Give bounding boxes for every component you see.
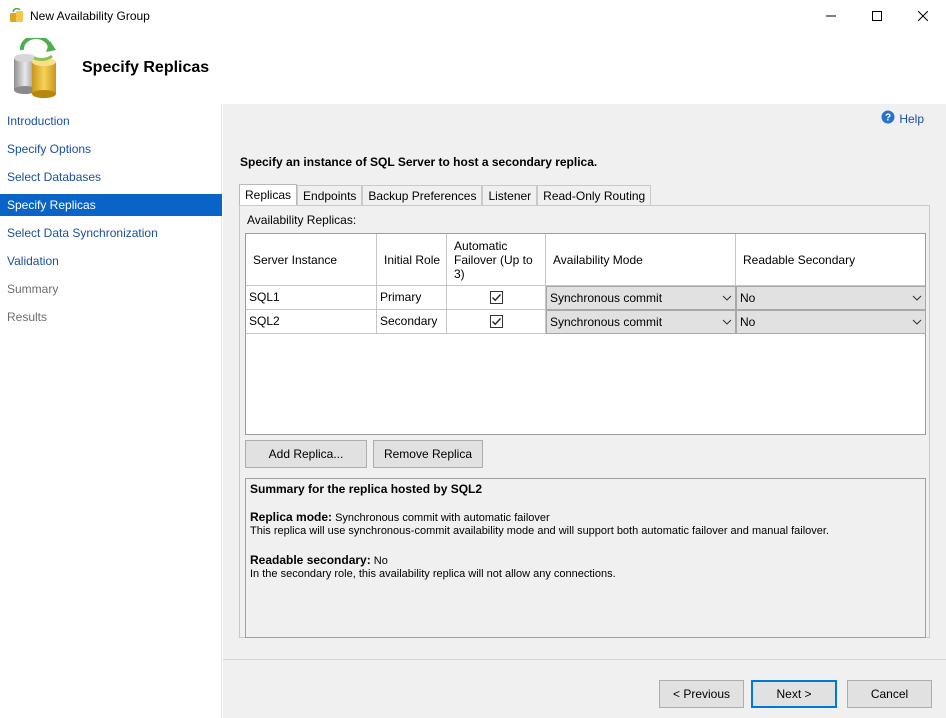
checkbox-checked-icon xyxy=(489,315,503,328)
readable-secondary-select[interactable]: No xyxy=(736,286,926,310)
chevron-down-icon xyxy=(908,287,925,309)
wizard-nav: Introduction Specify Options Select Data… xyxy=(0,104,222,718)
col-header-server-instance: Server Instance xyxy=(246,234,377,286)
replica-mode-label: Replica mode: xyxy=(250,510,333,524)
readable-secondary-summary-value: No xyxy=(373,555,388,567)
tab-listener[interactable]: Listener xyxy=(482,185,538,206)
availability-mode-select[interactable]: Synchronous commit xyxy=(546,286,736,310)
cancel-button[interactable]: Cancel xyxy=(847,680,932,708)
svg-text:?: ? xyxy=(885,113,891,124)
table-cell-role: Primary xyxy=(377,286,447,310)
tab-read-only-routing[interactable]: Read-Only Routing xyxy=(537,185,652,206)
summary-title: Summary for the replica hosted by SQL2 xyxy=(250,482,483,496)
availability-mode-select[interactable]: Synchronous commit xyxy=(546,310,736,334)
maximize-button[interactable] xyxy=(854,0,900,31)
col-header-automatic-failover: Automatic Failover (Up to 3) xyxy=(447,234,546,286)
help-icon: ? xyxy=(881,110,895,127)
replica-mode-description: This replica will use synchronous-commit… xyxy=(250,525,829,537)
table-cell-role: Secondary xyxy=(377,310,447,334)
chevron-down-icon xyxy=(718,287,735,309)
nav-item-select-databases[interactable]: Select Databases xyxy=(0,166,222,188)
checkbox-checked-icon xyxy=(489,291,503,304)
table-cell-server[interactable]: SQL2 xyxy=(246,310,377,334)
footer-divider xyxy=(223,659,946,660)
wizard-header: Specify Replicas xyxy=(0,32,946,104)
tab-backup-preferences[interactable]: Backup Preferences xyxy=(362,185,483,206)
col-header-readable-secondary: Readable Secondary xyxy=(736,234,925,286)
add-replica-button[interactable]: Add Replica... xyxy=(245,440,367,468)
nav-item-select-data-synchronization[interactable]: Select Data Synchronization xyxy=(0,222,222,244)
readable-secondary-value: No xyxy=(740,315,756,329)
availability-replicas-label: Availability Replicas: xyxy=(247,213,357,227)
minimize-button[interactable] xyxy=(808,0,854,31)
app-icon xyxy=(9,7,25,24)
nav-item-specify-options[interactable]: Specify Options xyxy=(0,138,222,160)
tab-endpoints[interactable]: Endpoints xyxy=(297,185,363,206)
chevron-down-icon xyxy=(908,311,925,333)
col-header-availability-mode: Availability Mode xyxy=(546,234,736,286)
previous-button[interactable]: < Previous xyxy=(659,680,744,708)
replica-mode-value: Synchronous commit with automatic failov… xyxy=(335,512,550,524)
tab-strip: Replicas Endpoints Backup Preferences Li… xyxy=(239,184,652,206)
database-refresh-icon xyxy=(12,34,64,98)
readable-secondary-description: In the secondary role, this availability… xyxy=(250,568,616,580)
nav-item-validation[interactable]: Validation xyxy=(0,250,222,272)
instruction-text: Specify an instance of SQL Server to hos… xyxy=(240,155,598,169)
availability-mode-value: Synchronous commit xyxy=(550,315,663,329)
main-panel: ? Help Specify an instance of SQL Server… xyxy=(223,104,946,718)
nav-item-introduction[interactable]: Introduction xyxy=(0,110,222,132)
replicas-tab-page: Availability Replicas: Server Instance I… xyxy=(239,205,930,638)
close-button[interactable] xyxy=(900,0,946,31)
col-header-initial-role: Initial Role xyxy=(377,234,447,286)
replicas-grid: Server Instance Initial Role Automatic F… xyxy=(245,233,926,435)
readable-secondary-label: Readable secondary: xyxy=(250,553,371,567)
help-link[interactable]: ? Help xyxy=(881,110,924,127)
window-title: New Availability Group xyxy=(30,9,150,23)
nav-item-results: Results xyxy=(7,310,48,324)
next-button[interactable]: Next > xyxy=(751,680,837,708)
nav-item-specify-replicas[interactable]: Specify Replicas xyxy=(0,194,222,216)
tab-replicas[interactable]: Replicas xyxy=(239,184,298,206)
auto-failover-checkbox[interactable] xyxy=(447,310,546,334)
remove-replica-button[interactable]: Remove Replica xyxy=(373,440,483,468)
availability-mode-value: Synchronous commit xyxy=(550,291,663,305)
table-cell-server[interactable]: SQL1 xyxy=(246,286,377,310)
title-bar: New Availability Group xyxy=(0,0,946,32)
readable-secondary-value: No xyxy=(740,291,756,305)
help-label: Help xyxy=(899,111,924,126)
nav-item-summary: Summary xyxy=(7,282,59,296)
page-title: Specify Replicas xyxy=(82,59,210,76)
chevron-down-icon xyxy=(718,311,735,333)
readable-secondary-select[interactable]: No xyxy=(736,310,926,334)
auto-failover-checkbox[interactable] xyxy=(447,286,546,310)
replica-summary-panel: Summary for the replica hosted by SQL2 R… xyxy=(245,478,926,638)
